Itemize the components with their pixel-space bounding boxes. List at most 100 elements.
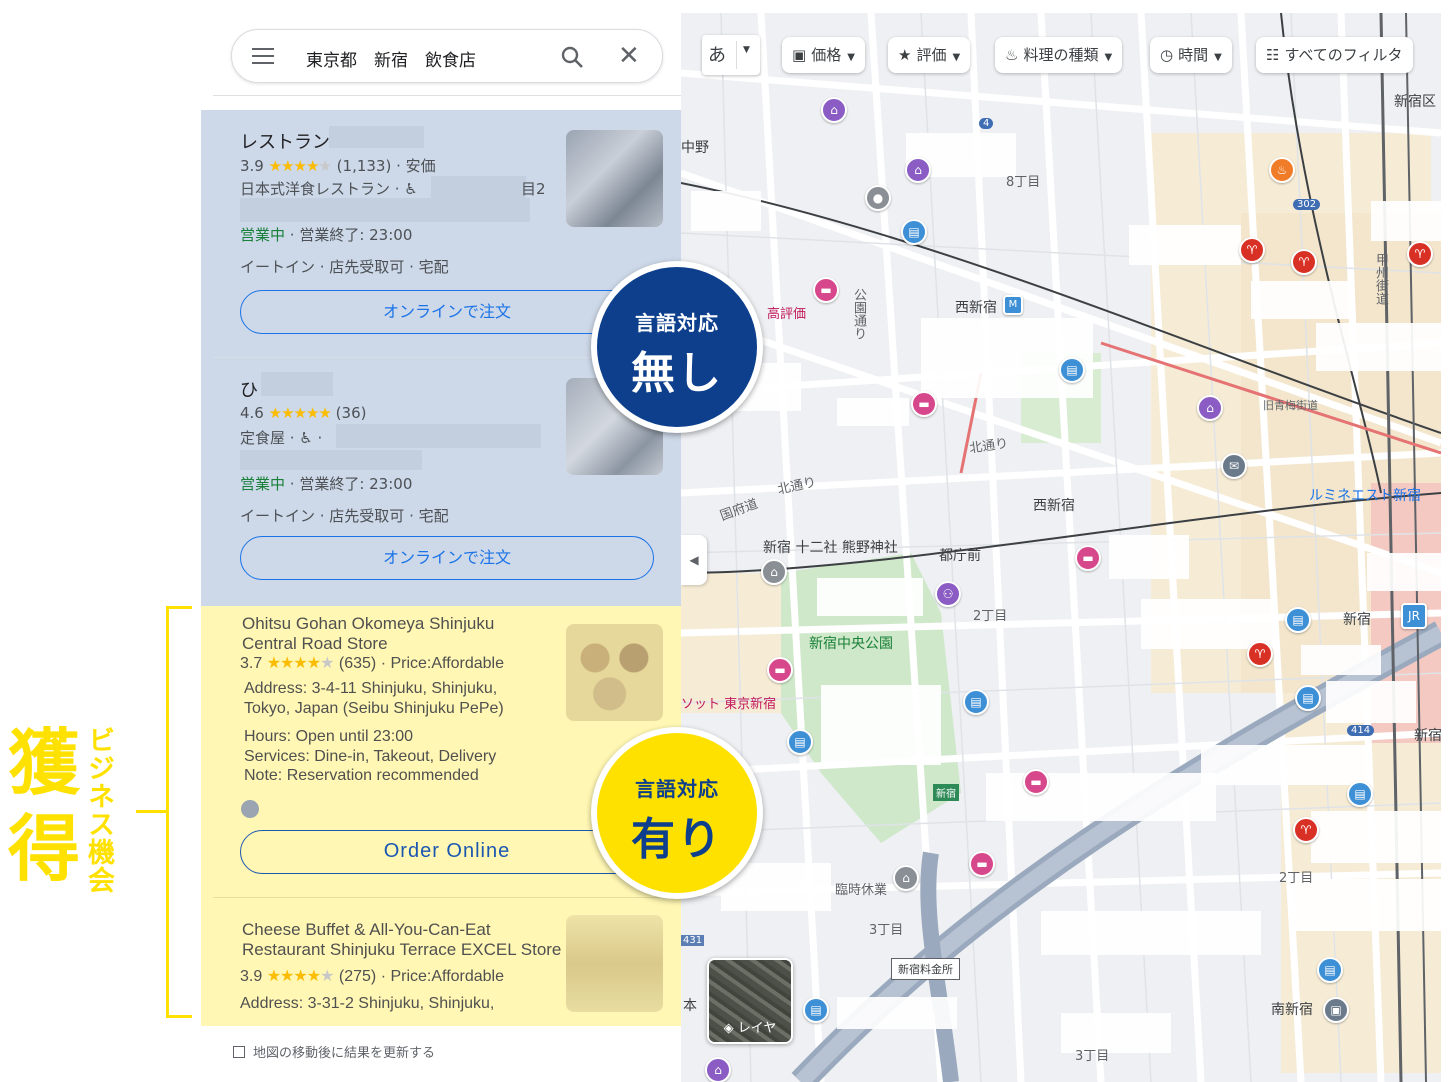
search-box[interactable]: 東京都 新宿 飲食店 ✕ <box>231 29 663 83</box>
shop-pin-icon[interactable]: ▤ <box>1295 685 1321 711</box>
station-label[interactable]: 都庁前 <box>939 545 981 565</box>
filter-chip-all[interactable]: ☷ すべてのフィルタ <box>1256 37 1413 73</box>
restaurant-pin-icon[interactable]: ♈ <box>1407 241 1433 267</box>
hotel-pin-icon[interactable]: ▬ <box>1075 545 1101 571</box>
hotel-pin-icon[interactable]: ▬ <box>969 851 995 877</box>
place-photo[interactable] <box>566 915 663 1012</box>
place-name-line2[interactable]: Central Road Store <box>242 634 388 654</box>
shop-pin-icon[interactable]: ▤ <box>787 729 813 755</box>
language-label: あ <box>708 45 726 66</box>
chip-label: 価格 <box>811 46 842 64</box>
shop-pin-icon[interactable]: ▤ <box>803 997 829 1023</box>
shop-pin-icon[interactable]: ▤ <box>901 219 927 245</box>
open-status: 営業中 <box>240 475 286 493</box>
road-label: 公園通り <box>851 288 866 340</box>
place-name-line2[interactable]: Restaurant Shinjuku Terrace EXCEL Store <box>242 940 561 960</box>
redaction-block <box>1291 879 1441 931</box>
place-name-line1[interactable]: Cheese Buffet & All-You-Can-Eat <box>242 920 491 940</box>
gain-label: 獲得 <box>7 721 80 891</box>
place-pin-icon[interactable]: ● <box>865 185 891 211</box>
hamburger-menu-icon[interactable] <box>252 48 274 66</box>
layers-button[interactable]: ◈ レイヤ <box>707 958 793 1044</box>
redaction-block <box>837 997 957 1029</box>
attraction-pin-icon[interactable]: ⌂ <box>821 97 847 123</box>
place-name-line1[interactable]: Ohitsu Gohan Okomeya Shinjuku <box>242 614 494 634</box>
hotel-pin-icon[interactable]: ▬ <box>911 391 937 417</box>
filter-chip-hours[interactable]: ◷ 時間 ▼ <box>1150 37 1232 73</box>
order-online-button[interactable]: オンラインで注文 <box>240 536 654 580</box>
rating-value: 3.7 <box>240 655 263 672</box>
attraction-pin-icon[interactable]: ⚇ <box>935 581 961 607</box>
chevron-down-icon[interactable]: ▼ <box>743 45 750 55</box>
map-label[interactable]: ルミネエスト新宿 <box>1309 485 1421 505</box>
station-label[interactable]: 西新宿 <box>955 297 997 317</box>
restaurant-pin-icon[interactable]: ♨ <box>1269 157 1295 183</box>
collapse-panel-button[interactable]: ◀ <box>681 535 707 585</box>
star-rating-icon: ★★★★ <box>268 157 320 175</box>
review-count[interactable]: (36) <box>336 404 367 422</box>
map-canvas[interactable]: あ ▼ ▣ 価格 ▼ ★ 評価 ▼ ♨ 料理の種類 ▼ ◷ 時間 ▼ ☷ すべてのフィルタ 新宿区… <box>681 13 1441 1082</box>
map-label: 高評価 <box>767 307 807 322</box>
divider <box>213 95 681 96</box>
filter-chip-cuisine[interactable]: ♨ 料理の種類 ▼ <box>995 37 1123 73</box>
shop-pin-icon[interactable]: ▤ <box>963 689 989 715</box>
badge-big-text: 無し <box>631 348 723 399</box>
map-label: 2丁目 <box>1279 871 1314 886</box>
restaurant-pin-icon[interactable]: ♈ <box>1293 817 1319 843</box>
map-label: 3丁目 <box>869 923 904 938</box>
review-count[interactable]: (275) <box>339 968 376 985</box>
shop-pin-icon[interactable]: ▤ <box>1285 607 1311 633</box>
order-online-button[interactable]: オンラインで注文 <box>240 290 654 334</box>
attraction-pin-icon[interactable]: ⌂ <box>905 157 931 183</box>
services-line: イートイン · 店先受取可 · 宅配 <box>240 507 449 525</box>
map-label: 本 <box>683 998 697 1014</box>
price-level: · Price:Affordable <box>380 655 505 672</box>
route-label: 414 <box>1347 725 1375 736</box>
review-count[interactable]: (635) <box>339 655 376 672</box>
filter-chip-rating[interactable]: ★ 評価 ▼ <box>888 37 971 73</box>
station-pin-icon[interactable]: ▣ <box>1323 997 1349 1023</box>
hotel-pin-icon[interactable]: ▬ <box>1023 769 1049 795</box>
review-count[interactable]: (1,133) <box>337 157 392 175</box>
update-on-move-checkbox[interactable]: 地図の移動後に結果を更新する <box>233 1042 435 1061</box>
post-office-pin-icon[interactable]: ✉ <box>1221 453 1247 479</box>
museum-pin-icon[interactable]: ⌂ <box>1197 395 1223 421</box>
station-label[interactable]: 新宿 <box>1343 609 1371 629</box>
empty-star-icon: ★ <box>320 655 335 672</box>
attraction-pin-icon[interactable]: ⌂ <box>705 1057 731 1082</box>
restaurant-pin-icon[interactable]: ♈ <box>1247 641 1273 667</box>
filter-chip-price[interactable]: ▣ 価格 ▼ <box>782 37 865 73</box>
magnifier-icon[interactable] <box>560 45 584 69</box>
redaction-block <box>329 126 424 148</box>
rating-value: 4.6 <box>240 404 264 422</box>
place-name[interactable]: ひ <box>240 376 258 402</box>
place-name[interactable]: レストラン <box>240 128 330 154</box>
closed-place-pin-icon[interactable]: ⌂ <box>893 865 919 891</box>
result-card-translated[interactable]: Cheese Buffet & All-You-Can-Eat Restaura… <box>201 898 681 1026</box>
shop-pin-icon[interactable]: ▤ <box>1317 957 1343 983</box>
order-online-button[interactable]: Order Online <box>240 830 654 874</box>
checkbox[interactable] <box>233 1046 245 1058</box>
no-language-support-badge: 言語対応 無し <box>591 261 763 433</box>
redaction-block <box>1201 745 1371 785</box>
place-photo[interactable] <box>566 624 663 721</box>
metro-station-icon[interactable]: M <box>1003 295 1023 315</box>
shop-pin-icon[interactable]: ▤ <box>1059 357 1085 383</box>
shop-pin-icon[interactable]: ▤ <box>1347 781 1373 807</box>
jr-station-icon[interactable]: JR <box>1401 603 1427 629</box>
restaurant-pin-icon[interactable]: ♈ <box>1239 237 1265 263</box>
restaurant-pin-icon[interactable]: ♈ <box>1291 249 1317 275</box>
station-label[interactable]: 南新宿 <box>1271 999 1313 1019</box>
place-pin-icon[interactable]: ⌂ <box>761 559 787 585</box>
hotel-pin-icon[interactable]: ▬ <box>767 657 793 683</box>
hotel-pin-icon[interactable]: ▬ <box>813 277 839 303</box>
close-icon[interactable]: ✕ <box>618 42 640 70</box>
map-label[interactable]: ソット 東京新宿 <box>681 693 776 712</box>
business-opportunity-label: ビジネス機会 <box>83 726 114 894</box>
badge-small-text: 言語対応 <box>635 777 719 801</box>
filter-sliders-icon: ☷ <box>1266 46 1280 64</box>
search-query[interactable]: 東京都 新宿 飲食店 <box>306 46 476 71</box>
place-photo[interactable] <box>566 130 663 227</box>
language-toggle[interactable]: あ ▼ <box>702 35 760 75</box>
park-label[interactable]: 新宿中央公園 <box>809 633 893 653</box>
